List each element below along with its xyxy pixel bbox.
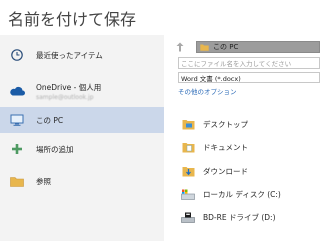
up-arrow-icon[interactable] [175, 41, 185, 53]
nav-item-browse[interactable]: 参照 [0, 169, 164, 193]
downloads-folder-icon [181, 165, 195, 177]
local-disk-icon [181, 188, 195, 200]
plus-icon [6, 144, 28, 154]
folder-icon [6, 176, 28, 187]
more-options-link[interactable]: その他のオプション [178, 86, 237, 96]
computer-icon [6, 114, 28, 126]
address-folder-icon [200, 44, 209, 51]
location-desktop[interactable]: デスクトップ [181, 118, 248, 130]
nav-onedrive-account: sample@outlook.jp [36, 93, 94, 101]
location-documents-label: ドキュメント [203, 142, 248, 152]
location-bd-drive[interactable]: BD-RE ドライブ (D:) [181, 211, 276, 223]
location-desktop-label: デスクトップ [203, 119, 248, 129]
nav-browse-label: 参照 [36, 176, 51, 186]
nav-item-onedrive[interactable]: OneDrive - 個人用 sample@outlook.jp [0, 75, 164, 107]
location-downloads-label: ダウンロード [203, 166, 248, 176]
filetype-select[interactable]: Word 文書 (*.docx) [178, 72, 320, 83]
address-text: この PC [213, 43, 239, 51]
left-nav: 最近使ったアイテム OneDrive - 個人用 sample@outlook.… [0, 35, 164, 241]
onedrive-cloud-icon [6, 86, 28, 96]
nav-item-this-pc[interactable]: この PC [0, 107, 164, 133]
nav-this-pc-label: この PC [36, 115, 64, 125]
location-bd-drive-label: BD-RE ドライブ (D:) [203, 212, 276, 222]
location-documents[interactable]: ドキュメント [181, 141, 248, 153]
address-bar[interactable]: この PC [196, 41, 320, 53]
filename-input[interactable]: ここにファイル名を入力してください [178, 57, 320, 69]
location-downloads[interactable]: ダウンロード [181, 165, 248, 177]
nav-onedrive-label: OneDrive - 個人用 [36, 82, 102, 92]
address-toolbar: この PC [175, 41, 320, 53]
location-local-disk[interactable]: ローカル ディスク (C:) [181, 188, 281, 200]
documents-folder-icon [181, 141, 195, 153]
page-title: 名前を付けて保存 [8, 10, 137, 29]
desktop-folder-icon [181, 118, 195, 130]
nav-item-add-place[interactable]: 場所の追加 [0, 137, 164, 161]
bd-drive-icon [181, 211, 195, 223]
nav-item-recent[interactable]: 最近使ったアイテム [0, 43, 164, 67]
save-location-pane: この PC ここにファイル名を入力してください Word 文書 (*.docx)… [175, 35, 320, 241]
nav-add-place-label: 場所の追加 [36, 144, 74, 154]
nav-recent-label: 最近使ったアイテム [36, 50, 103, 60]
clock-icon [6, 49, 28, 61]
location-local-disk-label: ローカル ディスク (C:) [203, 189, 281, 199]
